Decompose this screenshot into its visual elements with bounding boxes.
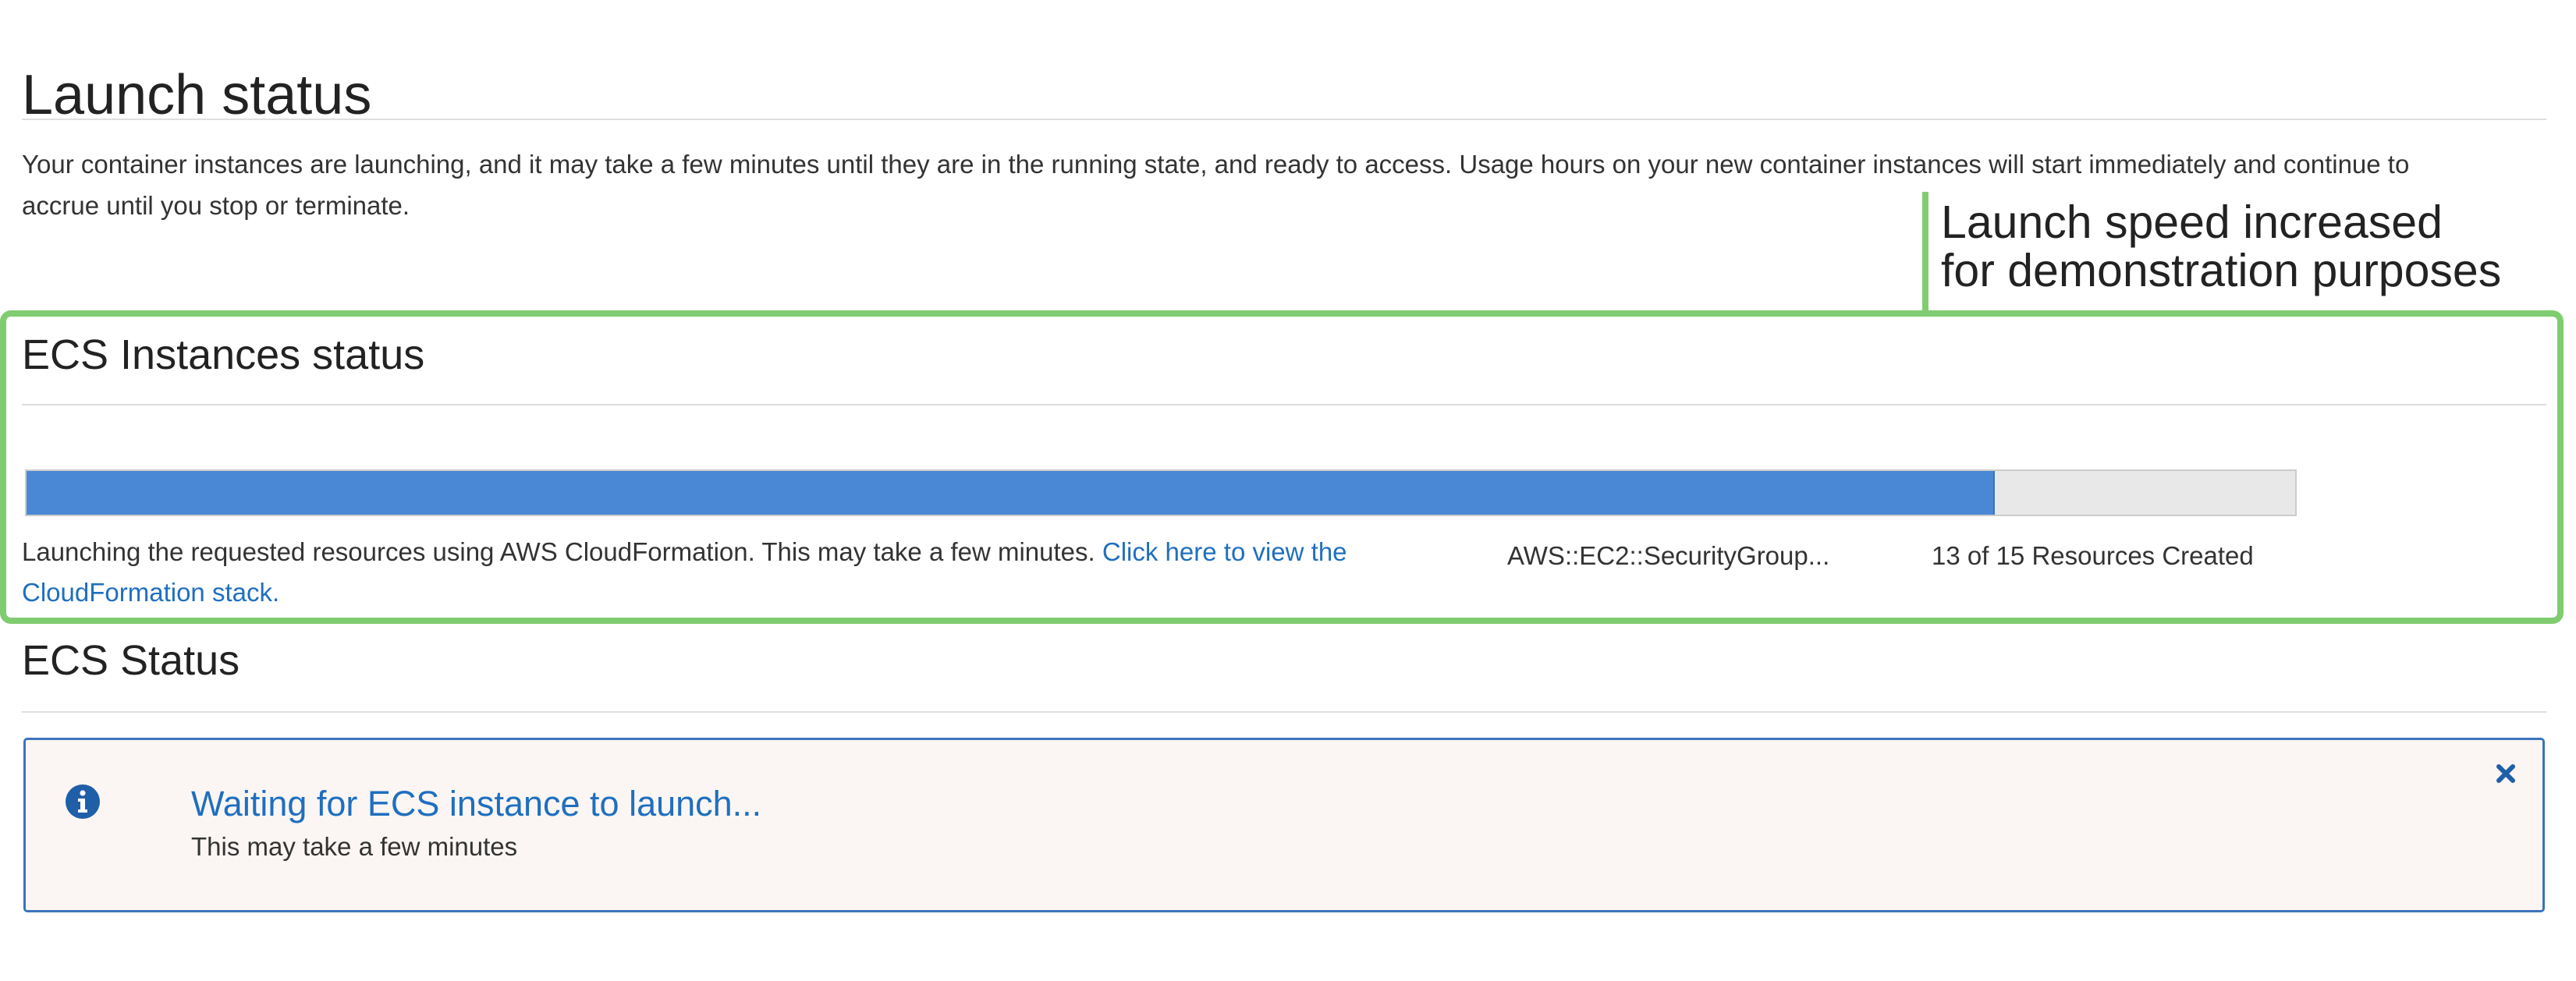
launch-message: Launching the requested resources using … bbox=[22, 532, 1481, 613]
callout-line-2: for demonstration purposes bbox=[1941, 245, 2502, 296]
info-icon bbox=[66, 784, 100, 819]
annotation-callout: Launch speed increased for demonstration… bbox=[1941, 198, 2501, 295]
current-resource: AWS::EC2::SecurityGroup... bbox=[1507, 541, 1830, 570]
alert-title: Waiting for ECS instance to launch... bbox=[191, 784, 762, 823]
waiting-alert: Waiting for ECS instance to launch... Th… bbox=[23, 738, 2545, 912]
ecs-status-title: ECS Status bbox=[22, 637, 240, 684]
callout-line-1: Launch speed increased bbox=[1941, 197, 2443, 248]
instances-divider bbox=[22, 404, 2546, 406]
title-divider bbox=[22, 119, 2546, 120]
launch-message-text: Launching the requested resources using … bbox=[22, 537, 1095, 566]
ecs-status-divider bbox=[22, 711, 2546, 713]
launch-progress-fill bbox=[27, 471, 1996, 515]
close-icon[interactable] bbox=[2494, 762, 2517, 785]
launch-progress-bar bbox=[25, 469, 2297, 516]
callout-connector bbox=[1922, 192, 1928, 312]
instances-status-title: ECS Instances status bbox=[22, 331, 425, 378]
page-title: Launch status bbox=[22, 64, 372, 127]
alert-subtitle: This may take a few minutes bbox=[191, 832, 518, 861]
resource-count: 13 of 15 Resources Created bbox=[1932, 541, 2254, 570]
